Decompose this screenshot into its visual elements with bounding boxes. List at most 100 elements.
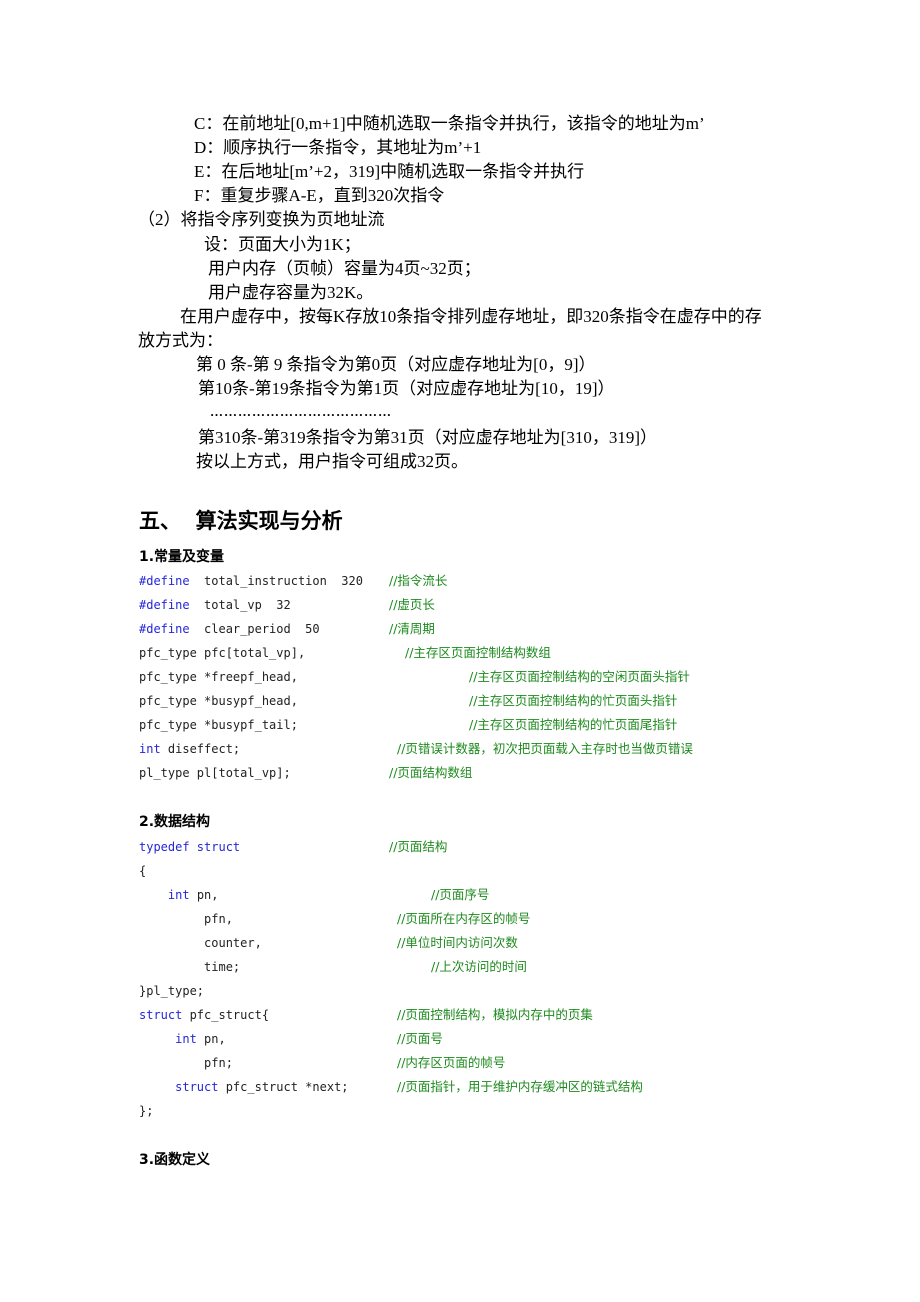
code-text: int pn, [139,886,219,904]
code-text: struct pfc_struct *next; [139,1078,349,1096]
code-line: pfn, //页面所在内存区的帧号 [139,910,839,928]
code-keyword: #define [139,622,190,636]
code-text: #define total_instruction 320 [139,572,363,590]
subsection-2-title: 2.数据结构 [139,814,211,830]
step-f: F：重复步骤A-E，直到320次指令 [194,186,445,205]
paragraph-line-1: 在用户虚存中，按每K存放10条指令排列虚存地址，即320条指令在虚存中的存 [180,307,762,326]
code-body: pfn; [204,1056,233,1070]
code-comment: //页面结构数组 [389,765,473,780]
code-line: }; [139,1102,839,1120]
code-body: pn, [196,1032,226,1046]
code-text: int diseffect; [139,740,240,758]
code-comment: //页面序号 [431,887,490,902]
code-comment: //内存区页面的帧号 [397,1055,506,1070]
code-text: pfn; [139,1054,233,1072]
code-comment: //主存区页面控制结构的空闲页面头指针 [469,669,690,684]
code-keyword: int [175,1032,197,1046]
code-text: counter, [139,934,262,952]
code-body: pfc_struct{ [182,1008,270,1022]
code-line: }pl_type; [139,982,839,1000]
code-text: pfc_type *freepf_head, [139,668,298,686]
code-comment: //页错误计数器，初次把页面载入主存时也当做页错误 [397,741,693,756]
code-body: pn, [189,888,219,902]
code-line: struct pfc_struct *next; //页面指针，用于维护内存缓冲区… [139,1078,839,1096]
code-line: int pn, //页面号 [139,1030,839,1048]
code-line: counter, //单位时间内访问次数 [139,934,839,952]
code-comment: //指令流长 [389,573,448,588]
code-text: #define total_vp 32 [139,596,291,614]
code-body: pl_type pl[total_vp]; [139,766,291,780]
code-comment: //主存区页面控制结构的忙页面头指针 [469,693,678,708]
step-c: C：在前地址[0,m+1]中随机选取一条指令并执行，该指令的地址为m’ [194,114,705,133]
code-body: counter, [204,936,262,950]
code-line: pfc_type *freepf_head, //主存区页面控制结构的空闲页面头指… [139,668,839,686]
code-line: int pn, //页面序号 [139,886,839,904]
code-text: time; [139,958,240,976]
code-text: pfn, [139,910,233,928]
mapping-page-31: 第310条-第319条指令为第31页（对应虚存地址为[310，319]） [198,428,657,447]
code-line: pfc_type *busypf_tail; //主存区页面控制结构的忙页面尾指针 [139,716,839,734]
code-text: int pn, [139,1030,226,1048]
code-line: pfc_type *busypf_head, //主存区页面控制结构的忙页面头指针 [139,692,839,710]
mapping-ellipsis: ………………………………… [210,404,392,419]
assumption-virtual: 用户虚存容量为32K。 [208,283,374,302]
code-line: pfc_type pfc[total_vp], //主存区页面控制结构数组 [139,644,839,662]
code-text: }; [139,1102,153,1120]
code-text: pl_type pl[total_vp]; [139,764,291,782]
code-line: int diseffect; //页错误计数器，初次把页面载入主存时也当做页错误 [139,740,839,758]
code-body: pfc_type *freepf_head, [139,670,298,684]
code-line: time; //上次访问的时间 [139,958,839,976]
code-line: #define total_vp 32 //虚页长 [139,596,839,614]
code-keyword: typedef struct [139,840,241,854]
code-comment: //页面结构 [389,839,448,854]
code-body: pfc_struct *next; [218,1080,349,1094]
mapping-page-0: 第 0 条-第 9 条指令为第0页（对应虚存地址为[0，9]） [196,355,596,374]
subsection-1-title: 1.常量及变量 [139,549,225,565]
code-body: clear_period 50 [189,622,320,636]
code-comment: //单位时间内访问次数 [397,935,518,950]
code-keyword: int [139,742,161,756]
mapping-summary: 按以上方式，用户指令可组成32页。 [196,452,468,471]
code-body: pfn, [204,912,233,926]
code-text: struct pfc_struct{ [139,1006,269,1024]
code-text: { [139,862,146,880]
code-line: pfn; //内存区页面的帧号 [139,1054,839,1072]
code-body: time; [204,960,241,974]
code-body: total_vp 32 [189,598,291,612]
assumption-page-size: 设：页面大小为1K； [204,235,361,254]
step-d: D：顺序执行一条指令，其地址为m’+1 [194,138,482,157]
code-keyword: int [167,888,190,902]
assumption-memory: 用户内存（页帧）容量为4页~32页； [208,259,481,278]
code-text: typedef struct [139,838,240,856]
code-text: pfc_type pfc[total_vp], [139,644,305,662]
code-body: { [139,864,147,878]
code-line: typedef struct //页面结构 [139,838,839,856]
subsection-2-heading: （2）将指令序列变换为页地址流 [138,210,385,229]
code-body: pfc_type pfc[total_vp], [139,646,306,660]
code-text: pfc_type *busypf_tail; [139,716,298,734]
code-comment: //清周期 [389,621,435,636]
code-comment: //虚页长 [389,597,435,612]
code-body: pfc_type *busypf_tail; [139,718,298,732]
code-comment: //上次访问的时间 [431,959,527,974]
code-text: }pl_type; [139,982,204,1000]
code-body: }pl_type; [139,984,205,998]
code-comment: //主存区页面控制结构数组 [405,645,551,660]
code-keyword: #define [139,574,190,588]
code-line: #define total_instruction 320 //指令流长 [139,572,839,590]
section-5-title: 五、 算法实现与分析 [139,509,343,533]
code-line: pl_type pl[total_vp]; //页面结构数组 [139,764,839,782]
code-keyword: #define [139,598,190,612]
code-body: total_instruction 320 [189,574,363,588]
code-keyword: struct [175,1080,219,1094]
step-e: E：在后地址[m’+2，319]中随机选取一条指令并执行 [194,162,585,181]
code-line: { [139,862,839,880]
code-comment: //页面号 [397,1031,443,1046]
code-text: pfc_type *busypf_head, [139,692,298,710]
code-line: struct pfc_struct{ //页面控制结构，模拟内存中的页集 [139,1006,839,1024]
code-comment: //页面控制结构，模拟内存中的页集 [397,1007,593,1022]
code-line: #define clear_period 50 //清周期 [139,620,839,638]
code-keyword: struct [139,1008,183,1022]
code-comment: //页面所在内存区的帧号 [397,911,531,926]
code-text: #define clear_period 50 [139,620,320,638]
